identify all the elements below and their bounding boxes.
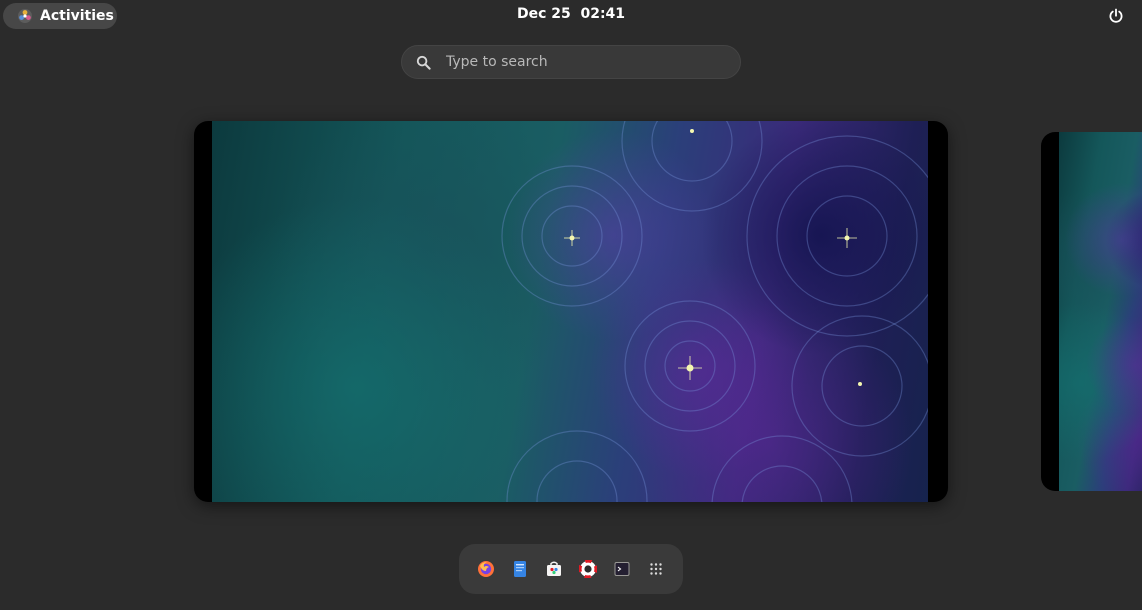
dock-item-help[interactable] <box>578 559 598 579</box>
search-icon <box>416 54 432 70</box>
dock-item-firefox[interactable] <box>476 559 496 579</box>
search-input[interactable] <box>444 53 718 71</box>
desktop-wallpaper <box>212 121 928 502</box>
power-icon <box>1109 8 1123 23</box>
dock-item-show-apps[interactable] <box>646 559 666 579</box>
firefox-icon <box>478 561 494 577</box>
terminal-icon <box>614 562 630 576</box>
text-editor-icon <box>514 561 526 577</box>
next-workspace-wallpaper <box>1059 132 1142 491</box>
gnome-overview: Activities Dec 25 02:41 <box>0 0 1142 610</box>
next-workspace[interactable] <box>1041 132 1142 491</box>
clock[interactable]: Dec 25 02:41 <box>0 6 1142 22</box>
system-menu-button[interactable] <box>1106 6 1126 26</box>
help-icon <box>579 560 597 578</box>
current-workspace[interactable] <box>194 121 948 502</box>
software-icon <box>547 561 561 576</box>
app-grid-icon <box>650 563 662 575</box>
search-box[interactable] <box>401 45 741 79</box>
dock-item-software[interactable] <box>544 559 564 579</box>
dock-item-text-editor[interactable] <box>510 559 530 579</box>
dash <box>459 544 683 594</box>
wallpaper-swirls <box>501 121 928 502</box>
dock-item-terminal[interactable] <box>612 559 632 579</box>
